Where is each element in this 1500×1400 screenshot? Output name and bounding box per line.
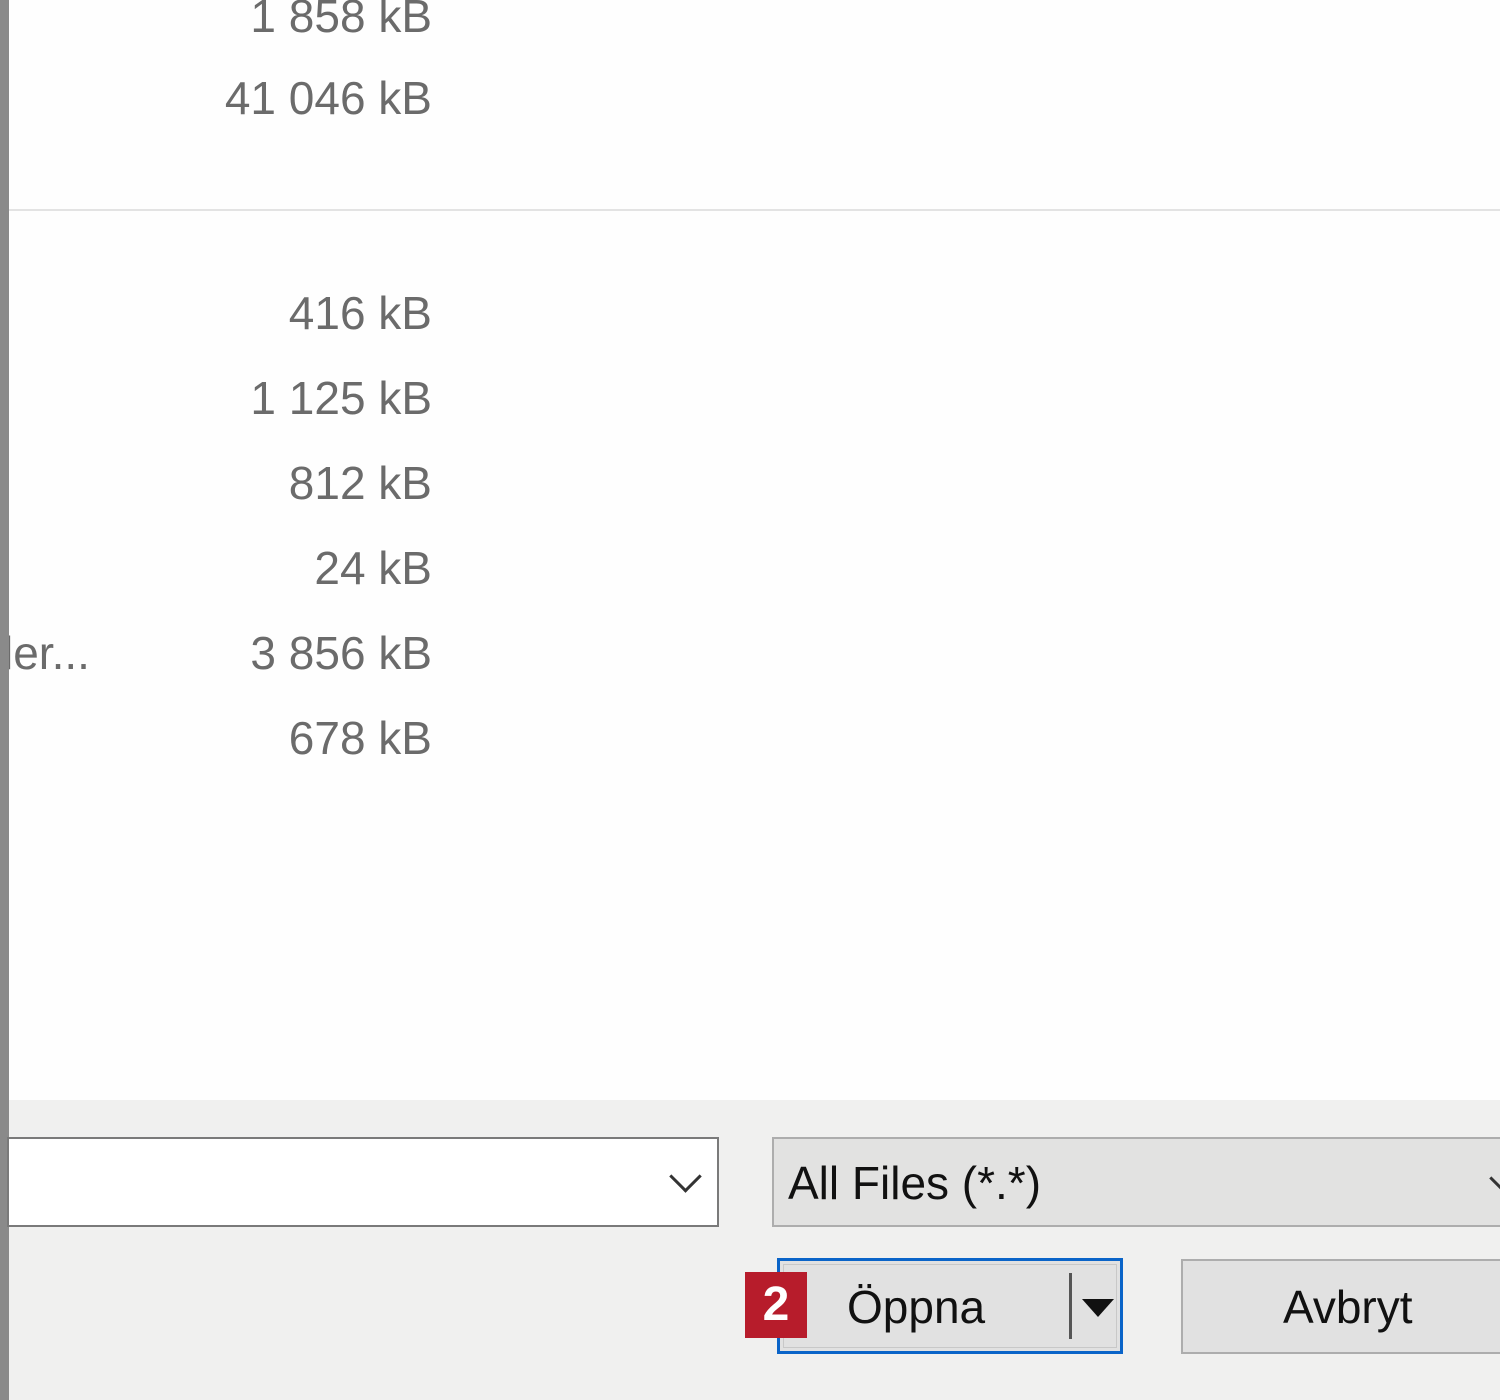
file-size: 41 046 kB xyxy=(224,72,432,124)
file-size: 24 kB xyxy=(314,542,432,594)
step-badge: 2 xyxy=(745,1272,807,1338)
chevron-down-icon[interactable] xyxy=(1489,1162,1500,1195)
dropdown-arrow-icon[interactable] xyxy=(1082,1299,1114,1317)
split-separator xyxy=(1069,1273,1072,1339)
dialog-footer: All Files (*.*) Öppna 2 Avbryt xyxy=(7,1100,1500,1400)
file-size: 812 kB xyxy=(288,457,432,509)
group-divider xyxy=(9,209,1500,211)
cancel-button[interactable]: Avbryt xyxy=(1181,1259,1500,1354)
file-list[interactable]: 1 858 kB 41 046 kB 416 kB 1 125 kB 812 k… xyxy=(9,0,1500,1100)
file-name-truncated[interactable]: ler... xyxy=(9,623,90,683)
filename-input[interactable] xyxy=(19,1149,643,1217)
chevron-down-icon[interactable] xyxy=(669,1160,702,1193)
file-size: 678 kB xyxy=(288,712,432,764)
file-size: 1 125 kB xyxy=(250,372,432,424)
file-size: 1 858 kB xyxy=(250,0,432,42)
file-size: 416 kB xyxy=(288,287,432,339)
open-button-label: Öppna xyxy=(847,1281,986,1333)
cancel-button-label: Avbryt xyxy=(1283,1281,1413,1333)
filetype-selected-value: All Files (*.*) xyxy=(788,1157,1042,1209)
filetype-select[interactable]: All Files (*.*) xyxy=(772,1137,1500,1227)
file-size: 3 856 kB xyxy=(250,627,432,679)
open-split-button[interactable]: Öppna xyxy=(777,1258,1123,1354)
filename-combobox[interactable] xyxy=(7,1137,719,1227)
